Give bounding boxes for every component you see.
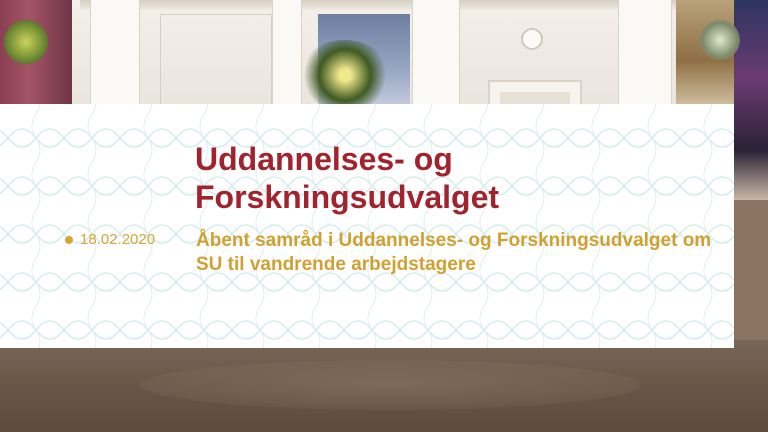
background-plant: [4, 20, 48, 64]
wall-pillar: [412, 0, 460, 110]
floor-reflection: [140, 360, 640, 410]
wall-panel: [160, 14, 272, 106]
background-wall-side: [734, 200, 768, 350]
wall-pillar: [90, 0, 140, 110]
wall-pillar: [618, 0, 672, 110]
background-artwork: [734, 0, 768, 200]
wall-pillar: [272, 0, 302, 110]
date-bullet-icon: [65, 236, 73, 244]
meeting-date: 18.02.2020: [80, 231, 156, 248]
wall-clock-icon: [521, 28, 543, 50]
background-plant: [300, 40, 390, 110]
meeting-description: Åbent samråd i Uddannelses- og Forskning…: [196, 230, 712, 275]
ceiling-cornice: [80, 0, 680, 10]
background-plant: [700, 20, 740, 60]
committee-title: Uddannelses- og Forskningsudvalget: [195, 141, 500, 215]
